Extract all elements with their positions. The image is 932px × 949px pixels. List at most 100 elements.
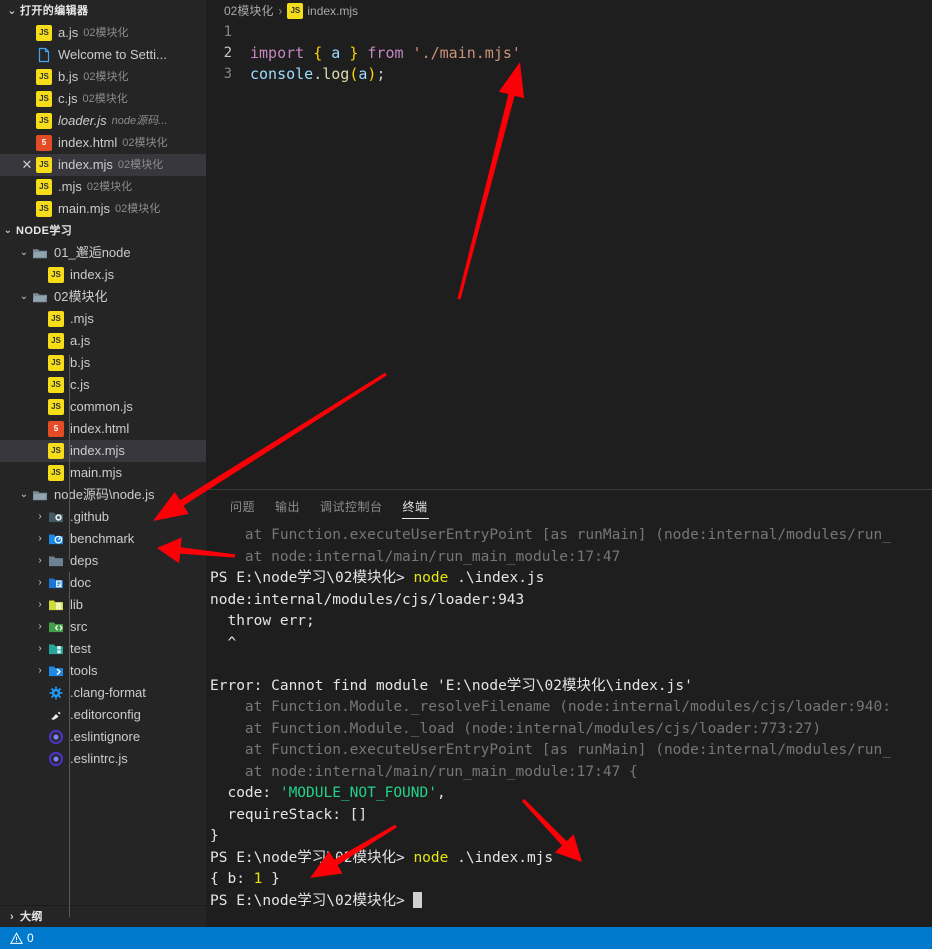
- tree-item-01_邂逅node[interactable]: ⌄ 01_邂逅node: [0, 242, 206, 264]
- tree-item--editorconfig[interactable]: › .editorconfig: [0, 704, 206, 726]
- tree-item-label: 02模块化: [54, 289, 108, 304]
- open-editors-header[interactable]: ⌄ 打开的编辑器: [0, 0, 206, 22]
- js-file-icon: JS: [36, 201, 52, 217]
- open-editor-item[interactable]: ✕ Welcome to Setti...: [0, 44, 206, 66]
- tree-item-label: c.js: [70, 377, 90, 392]
- document-file-icon: [36, 47, 52, 63]
- tree-item--github[interactable]: › .github: [0, 506, 206, 528]
- tree-item-benchmark[interactable]: › benchmark: [0, 528, 206, 550]
- open-editor-item[interactable]: ✕JS .mjs 02模块化: [0, 176, 206, 198]
- open-editor-item[interactable]: ✕JS main.mjs 02模块化: [0, 198, 206, 220]
- tree-item-deps[interactable]: › deps: [0, 550, 206, 572]
- tree-item-lib[interactable]: › lib: [0, 594, 206, 616]
- tree-item-index-mjs[interactable]: ›JS index.mjs: [0, 440, 206, 462]
- tree-item-test[interactable]: › test: [0, 638, 206, 660]
- tree-item-index-html[interactable]: ›5 index.html: [0, 418, 206, 440]
- open-editor-item[interactable]: ✕ JS index.mjs 02模块化: [0, 154, 206, 176]
- breadcrumb-folder[interactable]: 02模块化: [224, 0, 273, 22]
- status-problems[interactable]: 0: [6, 931, 38, 945]
- open-editor-item[interactable]: ✕JS loader.js node源码...: [0, 110, 206, 132]
- close-icon[interactable]: ✕: [18, 154, 36, 176]
- code-line-3[interactable]: 3 console.log(a);: [206, 64, 932, 85]
- tree-item--eslintrc-js[interactable]: › .eslintrc.js: [0, 748, 206, 770]
- chevron-right-icon[interactable]: ›: [32, 660, 48, 682]
- chevron-down-icon[interactable]: ⌄: [16, 242, 32, 264]
- tree-item-02模块化[interactable]: ⌄ 02模块化: [0, 286, 206, 308]
- panel-tab-输出[interactable]: 输出: [265, 490, 310, 525]
- tree-item--mjs[interactable]: ›JS .mjs: [0, 308, 206, 330]
- open-editor-label: main.mjs: [58, 201, 111, 216]
- chevron-right-icon[interactable]: ›: [32, 616, 48, 638]
- panel-tab-调试控制台[interactable]: 调试控制台: [310, 490, 393, 525]
- tree-item-a-js[interactable]: ›JS a.js: [0, 330, 206, 352]
- terminal-line: { b: 1 }: [210, 871, 280, 887]
- open-editor-label: a.js: [58, 25, 79, 40]
- tree-item-label: common.js: [70, 399, 133, 414]
- chevron-right-icon[interactable]: ›: [32, 572, 48, 594]
- chevron-right-icon: ›: [32, 264, 48, 286]
- open-editor-item[interactable]: ✕5 index.html 02模块化: [0, 132, 206, 154]
- open-editor-description: 02模块化: [83, 27, 129, 39]
- tree-item--clang-format[interactable]: › .clang-format: [0, 682, 206, 704]
- panel-tab-问题[interactable]: 问题: [220, 490, 265, 525]
- chevron-right-icon: ›: [32, 418, 48, 440]
- tree-root-label: NODE学习: [16, 225, 73, 237]
- identifier-a: a: [331, 44, 341, 62]
- tree-item-main-mjs[interactable]: ›JS main.mjs: [0, 462, 206, 484]
- terminal-line: throw err;: [210, 613, 315, 629]
- breadcrumb[interactable]: 02模块化 › JS index.mjs: [206, 0, 932, 22]
- panel-tab-list: 问题 输出 调试控制台 终端: [206, 490, 932, 525]
- code-editor[interactable]: 1 2 import { a } from './main.mjs' 3 con…: [206, 22, 932, 85]
- tree-indent-guide: [69, 572, 70, 917]
- line-content: console.log(a);: [250, 64, 385, 85]
- doc-folder-icon: [48, 575, 64, 591]
- terminal-line: at node:internal/main/run_main_module:17…: [210, 548, 621, 565]
- line-number: 2: [223, 45, 232, 61]
- chevron-down-icon[interactable]: ⌄: [16, 484, 32, 506]
- js-file-icon: JS: [48, 399, 64, 415]
- tree-root-node学习[interactable]: ⌄ NODE学习: [0, 220, 206, 242]
- js-file-icon: JS: [36, 25, 52, 41]
- open-editor-item[interactable]: ✕JS b.js 02模块化: [0, 66, 206, 88]
- js-file-icon: JS: [36, 113, 52, 129]
- tree-item-src[interactable]: › src: [0, 616, 206, 638]
- tree-item-b-js[interactable]: ›JS b.js: [0, 352, 206, 374]
- js-file-icon: JS: [36, 69, 52, 85]
- chevron-right-icon[interactable]: ›: [32, 506, 48, 528]
- string-literal: './main.mjs': [403, 44, 521, 62]
- outline-header[interactable]: › 大纲: [0, 905, 206, 927]
- tree-item--eslintignore[interactable]: › .eslintignore: [0, 726, 206, 748]
- terminal-output[interactable]: at Function.executeUserEntryPoint [as ru…: [206, 525, 932, 927]
- chevron-right-icon: ›: [32, 682, 48, 704]
- tree-item-c-js[interactable]: ›JS c.js: [0, 374, 206, 396]
- tree-item-index-js[interactable]: ›JS index.js: [0, 264, 206, 286]
- open-editor-description: 02模块化: [83, 71, 129, 83]
- breadcrumb-file[interactable]: index.mjs: [307, 0, 358, 22]
- chevron-right-icon[interactable]: ›: [32, 638, 48, 660]
- open-editor-description: 02模块化: [117, 159, 164, 171]
- chevron-right-icon[interactable]: ›: [32, 594, 48, 616]
- open-editor-label: Welcome to Setti...: [58, 47, 167, 62]
- chevron-right-icon: ›: [32, 748, 48, 770]
- open-editor-item[interactable]: ✕JS c.js 02模块化: [0, 88, 206, 110]
- panel-tab-终端[interactable]: 终端: [393, 490, 438, 525]
- chevron-right-icon: ›: [32, 440, 48, 462]
- js-file-icon: JS: [36, 157, 52, 173]
- tree-item-doc[interactable]: › doc: [0, 572, 206, 594]
- tree-item-common-js[interactable]: ›JS common.js: [0, 396, 206, 418]
- outline-title: 大纲: [20, 910, 43, 923]
- tree-item-tools[interactable]: › tools: [0, 660, 206, 682]
- html-file-icon: 5: [48, 421, 64, 437]
- chevron-right-icon[interactable]: ›: [32, 550, 48, 572]
- terminal-line: ^: [210, 634, 237, 651]
- chevron-right-icon[interactable]: ›: [32, 528, 48, 550]
- chevron-down-icon[interactable]: ⌄: [16, 286, 32, 308]
- eslint-file-icon: [48, 729, 64, 745]
- code-line-1[interactable]: 1: [206, 22, 932, 43]
- tree-item-node源码-node-js[interactable]: ⌄ node源码\node.js: [0, 484, 206, 506]
- warning-count: 0: [27, 931, 34, 945]
- open-editor-label: .mjs: [58, 179, 82, 194]
- open-editor-item[interactable]: ✕JS a.js 02模块化: [0, 22, 206, 44]
- tree-item-label: test: [70, 641, 91, 656]
- code-line-2[interactable]: 2 import { a } from './main.mjs': [206, 43, 932, 64]
